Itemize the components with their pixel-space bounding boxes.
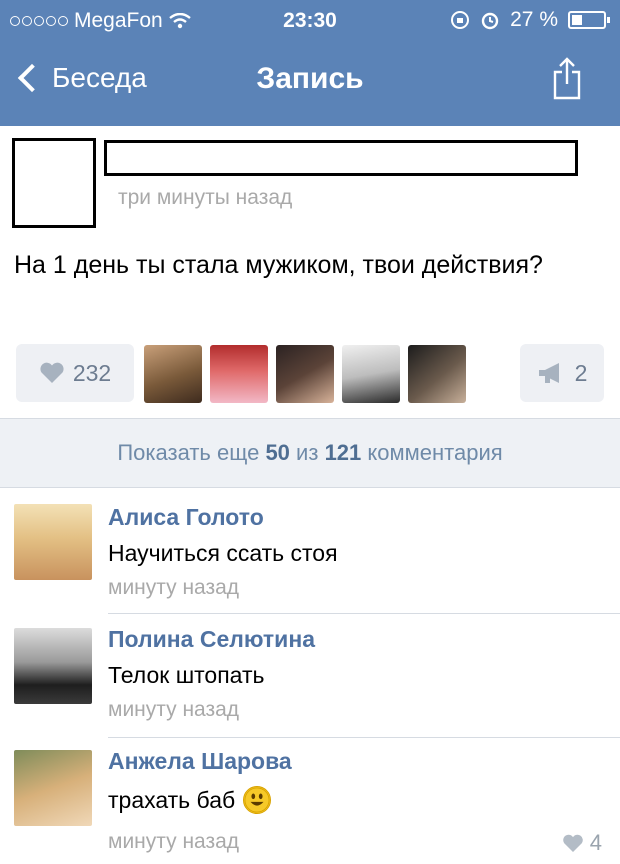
liker-avatar[interactable] — [144, 345, 202, 403]
app-header: MegaFon 23:30 27 % Беседа Запись — [0, 0, 620, 126]
status-right: 27 % — [450, 8, 610, 32]
commenter-name[interactable]: Алиса Голото — [108, 504, 264, 531]
author-name-redacted[interactable] — [104, 140, 578, 176]
battery-icon — [568, 11, 610, 29]
smiley-icon — [243, 786, 272, 814]
comment-text-content: трахать баб — [108, 786, 236, 813]
show-more-comments-button[interactable]: Показать еще 50 из 121 комментария — [0, 418, 620, 488]
navigation-bar: Беседа Запись — [0, 40, 620, 126]
show-more-shown: 50 — [265, 440, 290, 465]
liker-avatar[interactable] — [342, 345, 400, 403]
liker-avatar[interactable] — [408, 345, 466, 403]
comment-text: Научиться ссать стоя — [108, 540, 338, 567]
status-bar: MegaFon 23:30 27 % — [0, 0, 620, 40]
author-avatar[interactable] — [12, 138, 96, 228]
repost-button[interactable]: 2 — [520, 344, 604, 402]
comment-time: минуту назад — [108, 830, 240, 853]
battery-percent: 27 % — [510, 8, 558, 31]
comment-time: минуту назад — [108, 576, 240, 599]
likers-list — [144, 345, 466, 403]
page-title: Запись — [256, 62, 364, 95]
alarm-icon — [481, 12, 499, 30]
like-button[interactable]: 232 — [16, 344, 134, 402]
comment-text-content: Телок штопать — [108, 662, 265, 688]
comment-item: Алиса Голото Научиться ссать стоя минуту… — [0, 490, 620, 614]
reposts-count: 2 — [574, 359, 588, 386]
show-more-prefix: Показать еще — [117, 440, 260, 465]
comment-text: Телок штопать — [108, 662, 265, 689]
commenter-avatar[interactable] — [14, 628, 92, 704]
show-more-middle: из — [296, 440, 319, 465]
comment-like-button[interactable]: 4 — [562, 830, 602, 856]
comment-item: Полина Селютина Телок штопать минуту наз… — [0, 614, 620, 738]
megaphone-icon — [538, 363, 559, 383]
commenter-avatar[interactable] — [14, 504, 92, 580]
show-more-suffix: комментария — [367, 440, 503, 465]
commenter-name[interactable]: Полина Селютина — [108, 626, 315, 653]
comment-time: минуту назад — [108, 698, 240, 721]
post: три минуты назад На 1 день ты стала мужи… — [0, 126, 620, 418]
comment-likes-count: 4 — [589, 830, 602, 855]
share-icon[interactable] — [552, 56, 582, 100]
commenter-avatar[interactable] — [14, 750, 92, 826]
post-text: На 1 день ты стала мужиком, твои действи… — [14, 251, 543, 279]
heart-icon — [562, 834, 583, 852]
show-more-total: 121 — [324, 440, 362, 465]
liker-avatar[interactable] — [210, 345, 268, 403]
post-time: три минуты назад — [118, 186, 293, 209]
heart-icon — [40, 362, 64, 383]
commenter-name[interactable]: Анжела Шарова — [108, 748, 292, 775]
comment-text: трахать баб — [108, 786, 272, 814]
liker-avatar[interactable] — [276, 345, 334, 403]
comment-text-content: Научиться ссать стоя — [108, 540, 338, 566]
rotation-lock-icon — [451, 11, 470, 29]
likes-count: 232 — [72, 359, 112, 386]
comment-item: Анжела Шарова трахать баб минуту назад 4 — [0, 738, 620, 862]
